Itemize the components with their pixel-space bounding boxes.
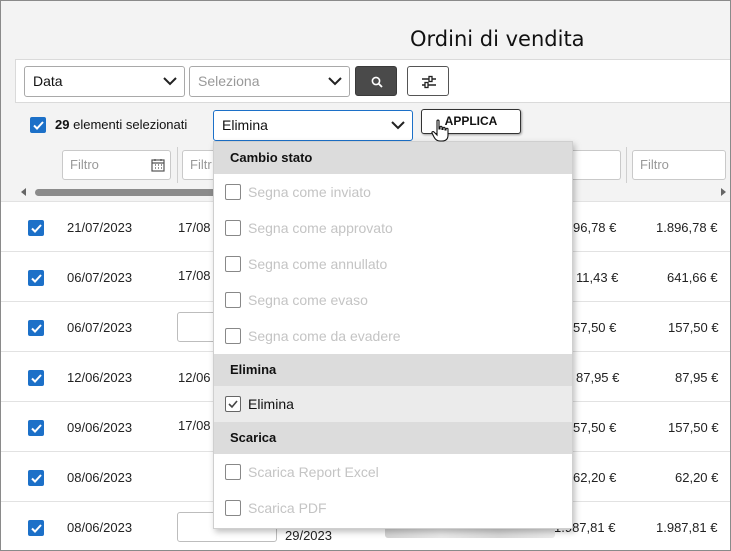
advanced-filter-button[interactable] xyxy=(407,66,449,96)
order-date: 12/06/2023 xyxy=(67,370,133,385)
date-filter-placeholder: Filtro xyxy=(70,157,99,172)
total: 62,20 € xyxy=(675,470,719,485)
date-filter-input[interactable]: Filtro xyxy=(62,150,171,180)
checkmark-icon xyxy=(33,121,44,130)
total: 157,50 € xyxy=(668,420,719,435)
option-label: Segna come approvato xyxy=(248,220,393,236)
checkmark-icon xyxy=(31,524,42,533)
search-button[interactable] xyxy=(355,66,397,96)
checkmark-icon xyxy=(31,374,42,383)
selection-count-number: 29 xyxy=(55,117,70,132)
option-label: Scarica PDF xyxy=(248,500,327,516)
total: 1.987,81 € xyxy=(656,520,718,535)
selection-count: 29 elementi selezionati xyxy=(55,117,187,132)
checkbox-icon xyxy=(225,220,241,236)
due-date: 29/2023 xyxy=(285,528,332,543)
row-checkbox[interactable] xyxy=(28,270,44,286)
chevron-down-icon xyxy=(163,77,177,86)
group-scarica: Scarica xyxy=(214,422,572,454)
group-elimina: Elimina xyxy=(214,354,572,386)
column-separator xyxy=(177,147,178,183)
checked-checkbox-icon xyxy=(225,396,241,412)
calendar-icon xyxy=(151,159,165,172)
checkmark-icon xyxy=(31,474,42,483)
option-scarica-excel[interactable]: Scarica Report Excel xyxy=(214,454,572,490)
option-label: Segna come annullato xyxy=(248,256,388,272)
due-date: 17/08 xyxy=(178,418,211,433)
chevron-down-icon xyxy=(328,77,342,86)
row-checkbox[interactable] xyxy=(28,470,44,486)
option-segna-evaso[interactable]: Segna come evaso xyxy=(214,282,572,318)
bulk-action-value: Elimina xyxy=(222,117,268,133)
option-label: Segna come inviato xyxy=(248,184,371,200)
option-segna-da-evadere[interactable]: Segna come da evadere xyxy=(214,318,572,354)
page-title: Ordini di vendita xyxy=(410,27,585,51)
order-date: 08/06/2023 xyxy=(67,520,133,535)
row-checkbox[interactable] xyxy=(28,220,44,236)
date-field-select[interactable]: Data xyxy=(24,66,185,97)
checkbox-icon xyxy=(225,256,241,272)
checkbox-icon xyxy=(225,184,241,200)
option-scarica-pdf[interactable]: Scarica PDF xyxy=(214,490,572,526)
due-date: 17/08 xyxy=(178,220,211,235)
scroll-right-arrow[interactable] xyxy=(721,188,726,196)
checkbox-icon xyxy=(225,464,241,480)
option-segna-inviato[interactable]: Segna come inviato xyxy=(214,174,572,210)
option-elimina[interactable]: Elimina xyxy=(214,386,572,422)
bulk-action-select[interactable]: Elimina xyxy=(213,110,413,141)
option-label: Scarica Report Excel xyxy=(248,464,379,480)
checkmark-icon xyxy=(31,224,42,233)
chevron-down-icon xyxy=(391,121,405,130)
group-cambio-stato: Cambio stato xyxy=(214,142,572,174)
total-filter-input[interactable]: Filtro xyxy=(632,150,726,180)
select-all-checkbox[interactable] xyxy=(30,117,46,133)
amount: 87,95 € xyxy=(576,370,620,385)
operator-select[interactable]: Seleziona xyxy=(189,66,350,97)
option-label: Segna come evaso xyxy=(248,292,368,308)
selection-count-label: elementi selezionati xyxy=(73,117,188,132)
app-window: Ordini di vendita Data Seleziona 29 elem… xyxy=(0,0,731,551)
total-filter-placeholder: Filtro xyxy=(640,157,669,172)
date-select-value: Data xyxy=(33,73,63,89)
scroll-left-arrow[interactable] xyxy=(21,188,26,196)
order-date: 08/06/2023 xyxy=(67,470,133,485)
bulk-action-dropdown: Cambio stato Segna come inviato Segna co… xyxy=(213,141,573,529)
order-date: 21/07/2023 xyxy=(67,220,133,235)
amount: 11,43 € xyxy=(576,270,619,285)
option-label: Segna come da evadere xyxy=(248,328,401,344)
total: 157,50 € xyxy=(668,320,719,335)
hand-cursor-icon xyxy=(431,119,449,142)
due-date: 12/06 xyxy=(178,370,211,385)
search-icon xyxy=(371,76,383,88)
amount: 62,20 € xyxy=(573,470,617,485)
checkbox-icon xyxy=(225,292,241,308)
amount: 57,50 € xyxy=(573,420,617,435)
option-segna-annullato[interactable]: Segna come annullato xyxy=(214,246,572,282)
total: 87,95 € xyxy=(675,370,719,385)
option-label: Elimina xyxy=(248,396,294,412)
checkmark-icon xyxy=(31,324,42,333)
amount: 96,78 € xyxy=(573,220,617,235)
sliders-icon xyxy=(422,75,436,89)
checkmark-icon xyxy=(31,424,42,433)
column-separator xyxy=(626,147,627,183)
order-date: 06/07/2023 xyxy=(67,270,133,285)
horizontal-scrollbar-thumb[interactable] xyxy=(35,189,243,196)
total: 1.896,78 € xyxy=(656,220,718,235)
row-checkbox[interactable] xyxy=(28,320,44,336)
row-checkbox[interactable] xyxy=(28,520,44,536)
checkbox-icon xyxy=(225,328,241,344)
due-date: 17/08 xyxy=(178,268,211,283)
operator-select-placeholder: Seleziona xyxy=(198,73,260,89)
order-date: 09/06/2023 xyxy=(67,420,133,435)
row-checkbox[interactable] xyxy=(28,370,44,386)
option-segna-approvato[interactable]: Segna come approvato xyxy=(214,210,572,246)
total: 641,66 € xyxy=(667,270,718,285)
order-date: 06/07/2023 xyxy=(67,320,133,335)
row-checkbox[interactable] xyxy=(28,420,44,436)
checkbox-icon xyxy=(225,500,241,516)
due-date-filter-placeholder: Filtr xyxy=(190,157,212,172)
amount: 57,50 € xyxy=(573,320,617,335)
checkmark-icon xyxy=(31,274,42,283)
